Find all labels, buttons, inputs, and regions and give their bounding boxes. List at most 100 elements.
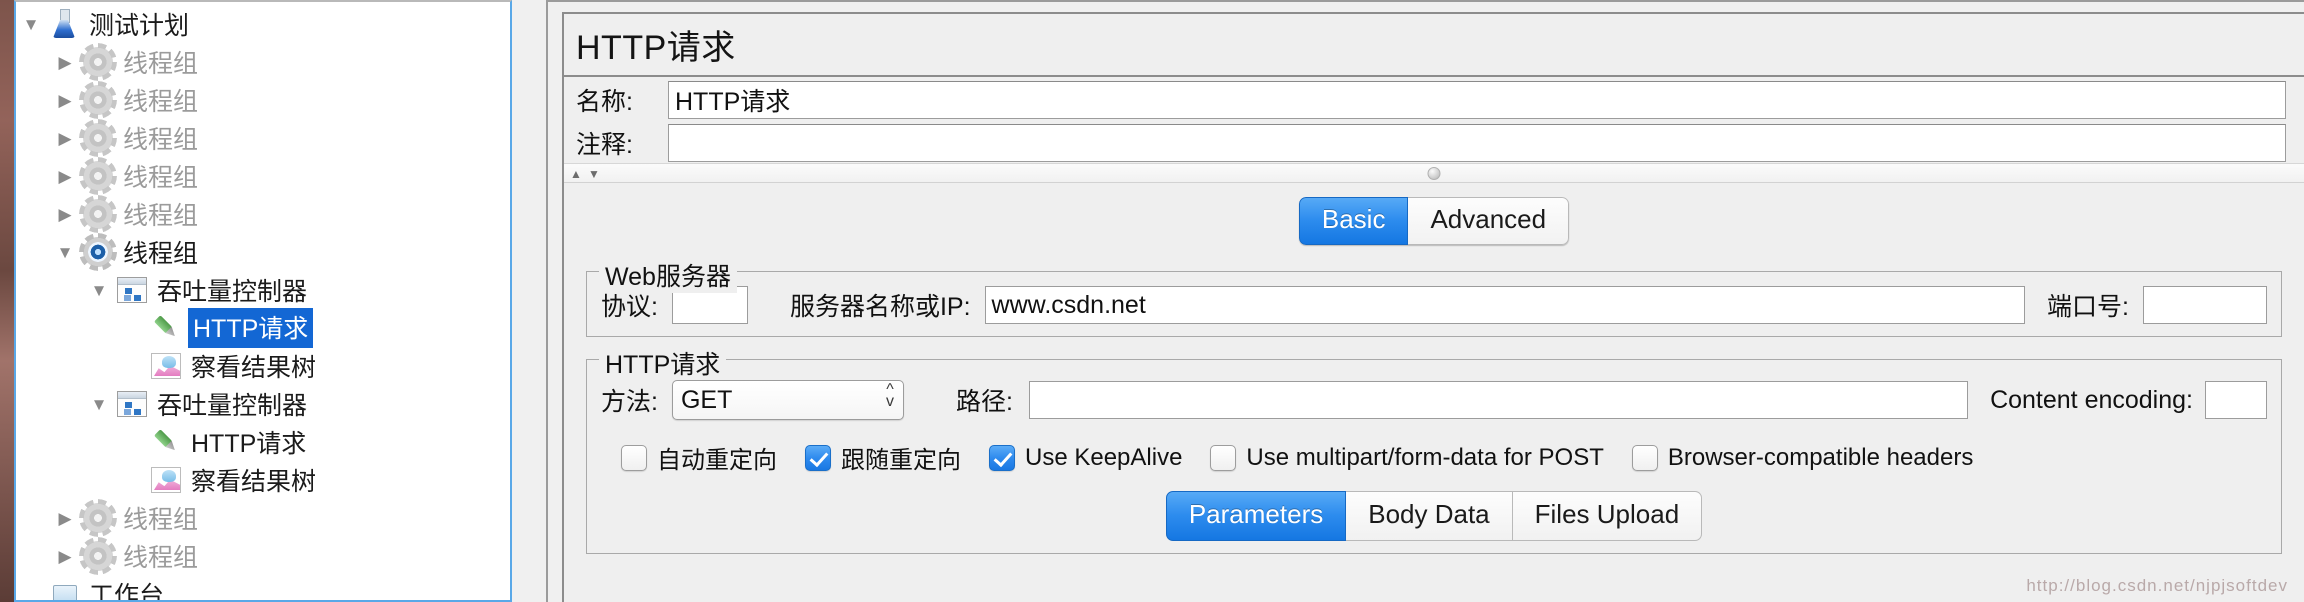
- tree-item[interactable]: 吞吐量控制器: [16, 271, 510, 309]
- controller-icon: [114, 387, 150, 421]
- tree-item[interactable]: 线程组: [16, 233, 510, 271]
- tab-parameters[interactable]: Parameters: [1165, 491, 1347, 541]
- chevron-updown-icon[interactable]: ^ v: [886, 382, 894, 409]
- controller-icon-glyph: [117, 277, 147, 303]
- checkbox-item[interactable]: 自动重定向: [621, 440, 777, 475]
- checkbox-label: 自动重定向: [657, 447, 777, 474]
- test-plan-icon: [46, 7, 82, 41]
- method-select-value: GET: [680, 385, 733, 414]
- tree-item[interactable]: 线程组: [16, 537, 510, 575]
- tree-item-label: 线程组: [123, 126, 199, 154]
- method-select[interactable]: GET ^ v: [671, 380, 904, 420]
- tab-advanced[interactable]: Advanced: [1408, 197, 1570, 245]
- tree-expand-icon-closed[interactable]: [50, 92, 80, 109]
- tree-expand-icon-open[interactable]: [84, 396, 114, 413]
- checkbox-checked-icon[interactable]: [805, 444, 831, 471]
- tree-item[interactable]: 测试计划: [16, 5, 510, 43]
- test-plan-tree-pane[interactable]: 测试计划线程组线程组线程组线程组线程组线程组吞吐量控制器HTTP请求察看结果树吞…: [14, 0, 512, 602]
- http-request-group: HTTP请求 方法: GET ^v 路径: Content encoding:: [586, 345, 2282, 554]
- checkbox-unchecked-icon[interactable]: [1210, 444, 1237, 471]
- comment-row: 注释:: [564, 123, 2304, 163]
- gear-icon-glyph: [83, 85, 113, 115]
- test-plan-icon-glyph: [51, 9, 77, 39]
- gear-icon-glyph: [83, 47, 113, 77]
- gear-icon-glyph: [83, 503, 113, 533]
- http-options-checkbox-row: 自动重定向 跟随重定向 Use KeepAlive Use multipart/for…: [601, 440, 2267, 475]
- tree-expand-icon-closed[interactable]: [50, 206, 80, 223]
- gear-icon-glyph: [83, 199, 113, 229]
- checkbox-label: Use KeepAlive: [1025, 443, 1183, 471]
- checkbox-item[interactable]: Use multipart/form-data for POST: [1210, 444, 1604, 472]
- gear-icon: [80, 121, 116, 155]
- tree-item[interactable]: 吞吐量控制器: [16, 385, 510, 423]
- horizontal-splitter[interactable]: ▲ ▼: [564, 163, 2304, 183]
- desktop-background-strip: [0, 0, 14, 602]
- tree-item-label: 线程组: [123, 50, 199, 78]
- checkbox-unchecked-icon[interactable]: [621, 444, 647, 471]
- tree-item-label: 线程组: [123, 164, 199, 192]
- test-plan-tree[interactable]: 测试计划线程组线程组线程组线程组线程组线程组吞吐量控制器HTTP请求察看结果树吞…: [16, 2, 510, 600]
- tree-item[interactable]: 线程组: [16, 119, 510, 157]
- tree-expand-icon-open[interactable]: [16, 16, 46, 33]
- tab-files-upload[interactable]: Files Upload: [1512, 491, 1703, 541]
- watermark: http://blog.csdn.net/njpjsoftdev: [2026, 576, 2288, 595]
- tree-item[interactable]: HTTP请求: [16, 423, 510, 461]
- collapse-up-icon[interactable]: ▲: [570, 168, 582, 180]
- path-input[interactable]: [1028, 381, 1969, 419]
- gear-icon: [80, 83, 116, 117]
- results-tree-icon: [148, 349, 184, 383]
- splitter-knob[interactable]: [1427, 167, 1441, 180]
- tree-expand-icon-open[interactable]: [84, 282, 114, 299]
- controller-icon-glyph: [117, 391, 147, 417]
- tab-body-data[interactable]: Body Data: [1346, 491, 1513, 541]
- web-server-row: 协议: 服务器名称或IP: www.csdn.net 端口号:: [601, 286, 2267, 324]
- content-encoding-input[interactable]: [2205, 381, 2267, 419]
- checkbox-item[interactable]: Browser-compatible headers: [1631, 444, 1973, 472]
- tree-item[interactable]: 工作台: [16, 575, 510, 600]
- comment-input[interactable]: [668, 124, 2286, 162]
- method-label: 方法:: [601, 388, 658, 416]
- method-path-row: 方法: GET ^ v 路径: Content encoding:: [601, 380, 2267, 420]
- tree-item[interactable]: 察看结果树: [16, 461, 510, 499]
- gear-active-icon-glyph: [83, 237, 113, 267]
- checkbox-checked-icon[interactable]: [989, 444, 1015, 471]
- basic-tab-content: Web服务器 协议: 服务器名称或IP: www.csdn.net 端口号: H…: [564, 257, 2304, 554]
- server-input[interactable]: www.csdn.net: [984, 286, 2026, 324]
- tree-expand-icon-closed[interactable]: [50, 510, 80, 527]
- tree-item[interactable]: 线程组: [16, 195, 510, 233]
- tree-expand-icon-closed[interactable]: [50, 54, 80, 71]
- tree-item[interactable]: 线程组: [16, 43, 510, 81]
- tree-item-label: 察看结果树: [191, 354, 317, 382]
- tree-item[interactable]: 线程组: [16, 157, 510, 195]
- results-tree-icon-glyph: [151, 467, 181, 493]
- port-input[interactable]: [2143, 286, 2267, 324]
- tree-item[interactable]: 线程组: [16, 499, 510, 537]
- tree-expand-icon-closed[interactable]: [50, 168, 80, 185]
- workbench-icon-glyph: [49, 579, 79, 600]
- web-server-group-title: Web服务器: [599, 257, 737, 293]
- name-input[interactable]: HTTP请求: [668, 81, 2286, 119]
- server-label: 服务器名称或IP:: [789, 293, 971, 321]
- checkbox-item[interactable]: 跟随重定向: [805, 440, 961, 475]
- checkbox-item[interactable]: Use KeepAlive: [989, 444, 1182, 472]
- port-label: 端口号:: [2047, 293, 2129, 321]
- gear-icon: [80, 501, 116, 535]
- tree-item[interactable]: HTTP请求: [16, 307, 510, 349]
- http-sampler-icon-glyph: [145, 307, 187, 349]
- collapse-down-icon[interactable]: ▼: [588, 168, 600, 180]
- gear-icon-glyph: [83, 123, 113, 153]
- tab-basic[interactable]: Basic: [1298, 197, 1409, 245]
- tree-item[interactable]: 线程组: [16, 81, 510, 119]
- element-config-inner: HTTP请求 名称: HTTP请求 注释: ▲ ▼ Basic Advanced…: [562, 12, 2304, 602]
- tree-expand-icon-open[interactable]: [50, 244, 80, 261]
- tree-item-label: 线程组: [123, 88, 199, 116]
- tree-expand-icon-closed[interactable]: [50, 130, 80, 147]
- tree-expand-icon-closed[interactable]: [50, 548, 80, 565]
- workbench-icon: [46, 577, 82, 600]
- checkbox-unchecked-icon[interactable]: [1631, 444, 1658, 471]
- web-server-group: Web服务器 协议: 服务器名称或IP: www.csdn.net 端口号:: [586, 257, 2282, 337]
- tree-item[interactable]: 察看结果树: [16, 347, 510, 385]
- gear-icon: [80, 539, 116, 573]
- name-label: 名称:: [576, 88, 633, 116]
- results-tree-icon-glyph: [151, 353, 181, 379]
